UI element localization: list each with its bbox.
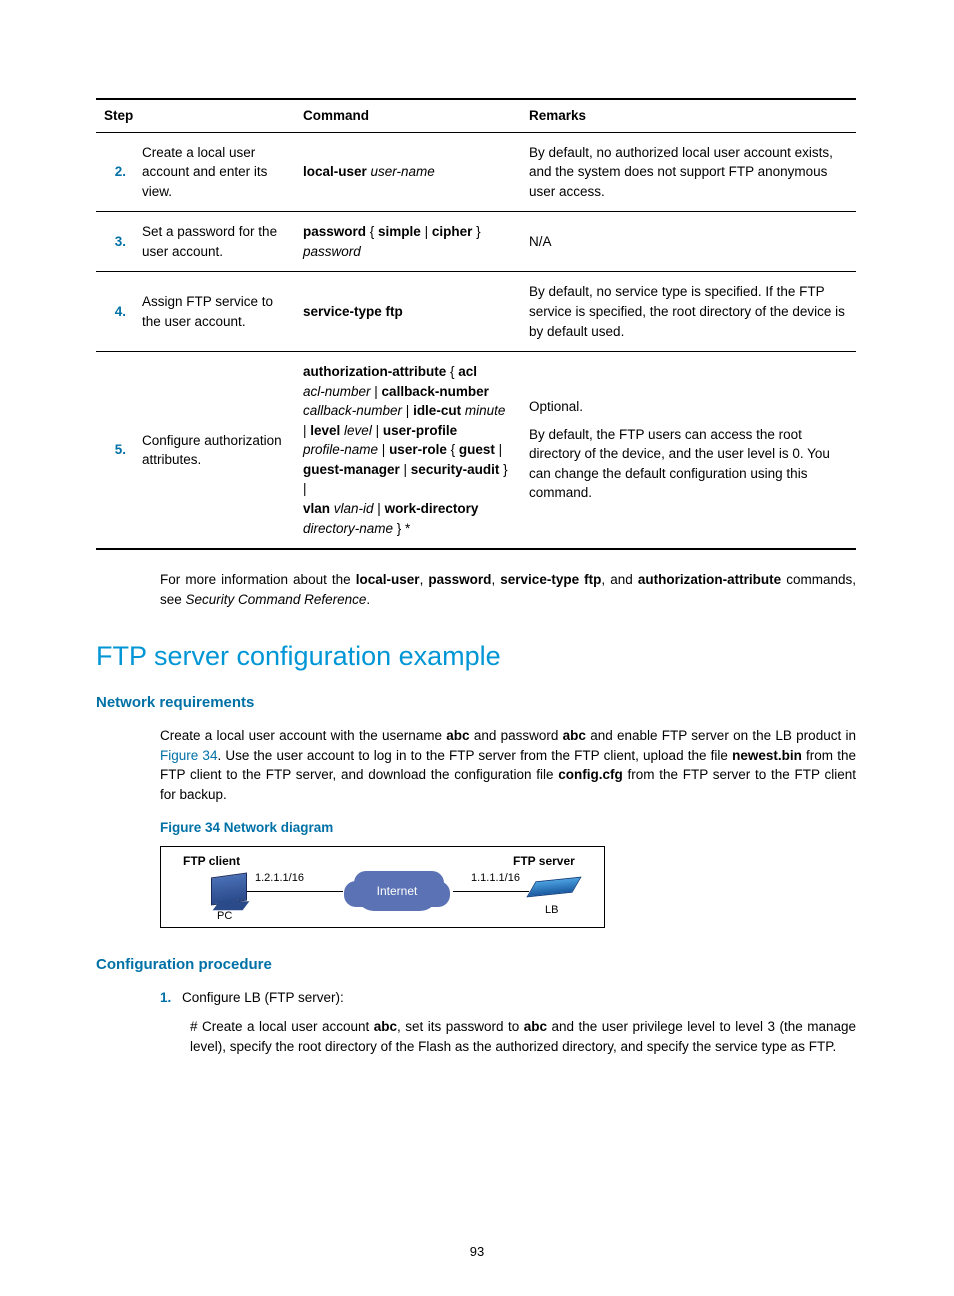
pc-label: PC [217,909,232,925]
step-number: 5. [96,352,134,550]
col-step: Step [96,99,295,132]
ftp-server-label: FTP server [513,853,575,870]
ftp-client-label: FTP client [183,853,240,870]
step-remarks: Optional. By default, the FTP users can … [521,352,856,550]
procedure-step-1: 1.Configure LB (FTP server): [160,988,856,1008]
step-desc: Configure authorization attributes. [134,352,295,550]
step-desc: Set a password for the user account. [134,212,295,272]
line-right [453,891,529,892]
col-remarks: Remarks [521,99,856,132]
client-ip: 1.2.1.1/16 [255,871,304,887]
procedure-substep: # Create a local user account abc, set i… [190,1017,856,1056]
subsection-configuration-procedure: Configuration procedure [96,954,856,976]
table-row: 4. Assign FTP service to the user accoun… [96,272,856,352]
line-left [247,891,343,892]
figure-caption: Figure 34 Network diagram [160,818,856,838]
server-ip: 1.1.1.1/16 [471,871,520,887]
lb-label: LB [545,903,558,919]
page-number: 93 [0,1243,954,1262]
steps-table: Step Command Remarks 2. Create a local u… [96,98,856,550]
step-remarks: By default, no service type is specified… [521,272,856,352]
step-remarks: N/A [521,212,856,272]
table-header-row: Step Command Remarks [96,99,856,132]
step-number: 4. [96,272,134,352]
step-number: 3. [96,212,134,272]
table-row: 5. Configure authorization attributes. a… [96,352,856,550]
lb-icon [526,877,581,898]
col-command: Command [295,99,521,132]
pc-icon [211,872,247,905]
page: Step Command Remarks 2. Create a local u… [0,0,954,1296]
step-desc: Create a local user account and enter it… [134,132,295,212]
subsection-network-requirements: Network requirements [96,692,856,714]
step-number: 2. [96,132,134,212]
step-remarks: By default, no authorized local user acc… [521,132,856,212]
procedure-number: 1. [160,988,182,1008]
network-requirements-text: Create a local user account with the use… [160,726,856,804]
step-command: local-user user-name [295,132,521,212]
step-command: authorization-attribute { acl acl-number… [295,352,521,550]
internet-cloud: Internet [356,873,438,911]
step-desc: Assign FTP service to the user account. [134,272,295,352]
section-heading: FTP server configuration example [96,637,856,676]
step-command: service-type ftp [295,272,521,352]
table-row: 2. Create a local user account and enter… [96,132,856,212]
after-table-note: For more information about the local-use… [160,570,856,609]
step-command: password { simple | cipher } password [295,212,521,272]
table-row: 3. Set a password for the user account. … [96,212,856,272]
network-diagram: FTP client FTP server 1.2.1.1/16 Interne… [160,846,605,928]
figure-34-link[interactable]: Figure 34 [160,748,217,763]
